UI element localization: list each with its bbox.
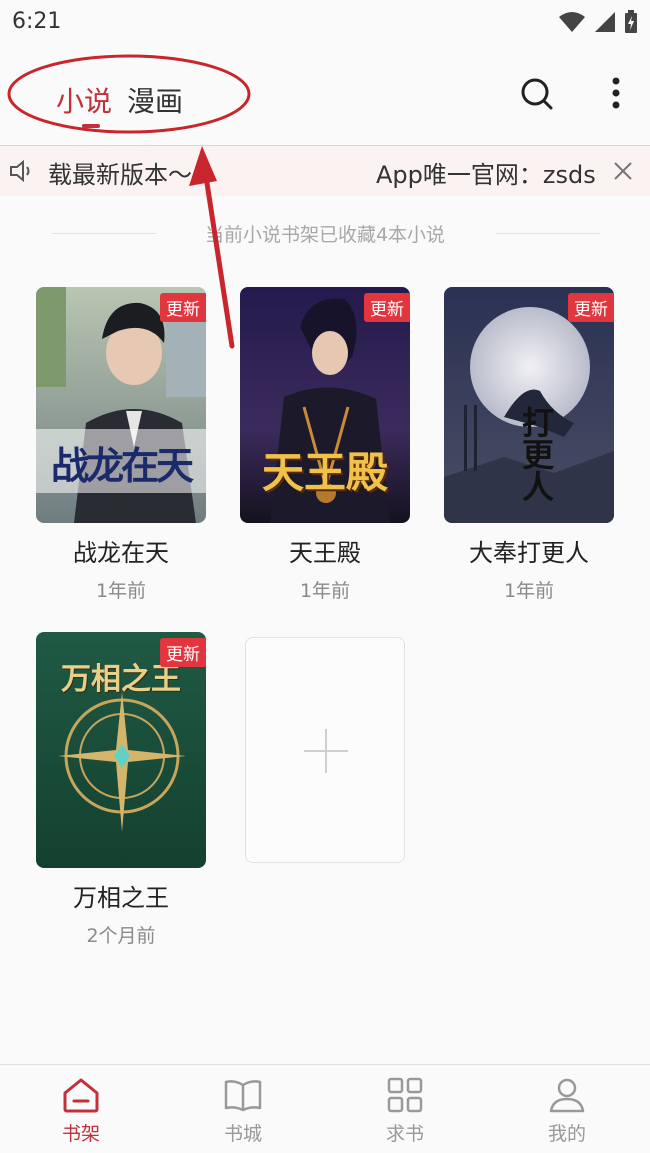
- book-cover[interactable]: 万相之王 更新: [36, 632, 206, 868]
- battery-icon: [625, 10, 637, 33]
- book-cover-title: 战龙在天: [50, 443, 194, 488]
- notice-text-right: App唯一官网：zsds: [376, 161, 596, 189]
- status-time: 6:21: [12, 9, 62, 34]
- book-cover[interactable]: 打更人 更新: [444, 287, 614, 523]
- update-badge: 更新: [364, 293, 410, 322]
- book-item[interactable]: 打更人 更新 大奉打更人 1年前: [444, 287, 614, 603]
- search-icon: [521, 78, 553, 110]
- nav-label: 求书: [385, 1123, 424, 1145]
- nav-bookshelf[interactable]: 书架: [36, 1075, 126, 1146]
- book-cover[interactable]: 战龙在天 更新: [36, 287, 206, 523]
- book-update-time: 1年前: [95, 580, 147, 602]
- nav-profile[interactable]: 我的: [522, 1075, 612, 1146]
- more-menu-button[interactable]: [594, 72, 638, 116]
- book-cover-title: 打更人: [521, 404, 554, 506]
- book-cover-title: 天王殿: [261, 448, 388, 497]
- status-icons: [558, 10, 638, 34]
- update-badge: 更新: [160, 293, 206, 322]
- shelf-info-row: 当前小说书架已收藏4本小说: [0, 218, 650, 250]
- nav-label: 书架: [61, 1123, 100, 1145]
- book-update-time: 2个月前: [86, 925, 156, 947]
- plus-icon: [325, 729, 327, 773]
- wifi-icon: [559, 12, 585, 32]
- nav-book-store[interactable]: 书城: [198, 1075, 288, 1146]
- signal-icon: [595, 12, 615, 32]
- nav-label: 我的: [547, 1123, 586, 1145]
- book-item[interactable]: 万相之王 更新 万相之王 2个月前: [36, 632, 206, 948]
- update-badge: 更新: [160, 638, 206, 667]
- notice-text-left: 载最新版本～: [48, 161, 192, 189]
- book-item[interactable]: 战龙在天 更新 战龙在天 1年前: [36, 287, 206, 603]
- book-update-time: 1年前: [299, 580, 351, 602]
- nav-label: 书城: [223, 1123, 262, 1145]
- more-vertical-icon: [612, 77, 620, 109]
- book-title: 大奉打更人: [469, 539, 589, 567]
- update-badge: 更新: [568, 293, 614, 322]
- book-update-time: 1年前: [503, 580, 555, 602]
- divider: [496, 233, 600, 234]
- bottom-nav: 书架 书城 求书 我的: [0, 1064, 650, 1153]
- notice-bar: 载最新版本～ App唯一官网：zsds: [0, 146, 650, 196]
- grid-icon: [387, 1077, 423, 1113]
- close-icon[interactable]: [610, 158, 636, 184]
- nav-request-book[interactable]: 求书: [360, 1075, 450, 1146]
- top-bar: 小说 漫画: [0, 44, 650, 146]
- book-store-icon: [224, 1080, 262, 1112]
- speaker-icon: [10, 159, 30, 183]
- bookshelf-icon: [63, 1078, 99, 1113]
- add-book-button[interactable]: [245, 637, 405, 863]
- book-item[interactable]: 天王殿 更新 天王殿 1年前: [240, 287, 410, 603]
- annotation-ellipse: [7, 54, 251, 134]
- book-title: 万相之王: [73, 884, 169, 912]
- book-title: 天王殿: [289, 539, 361, 567]
- search-button[interactable]: [515, 72, 559, 116]
- user-icon: [549, 1078, 585, 1113]
- book-title: 战龙在天: [73, 539, 169, 567]
- book-cover[interactable]: 天王殿 更新: [240, 287, 410, 523]
- status-bar: 6:21: [0, 0, 650, 44]
